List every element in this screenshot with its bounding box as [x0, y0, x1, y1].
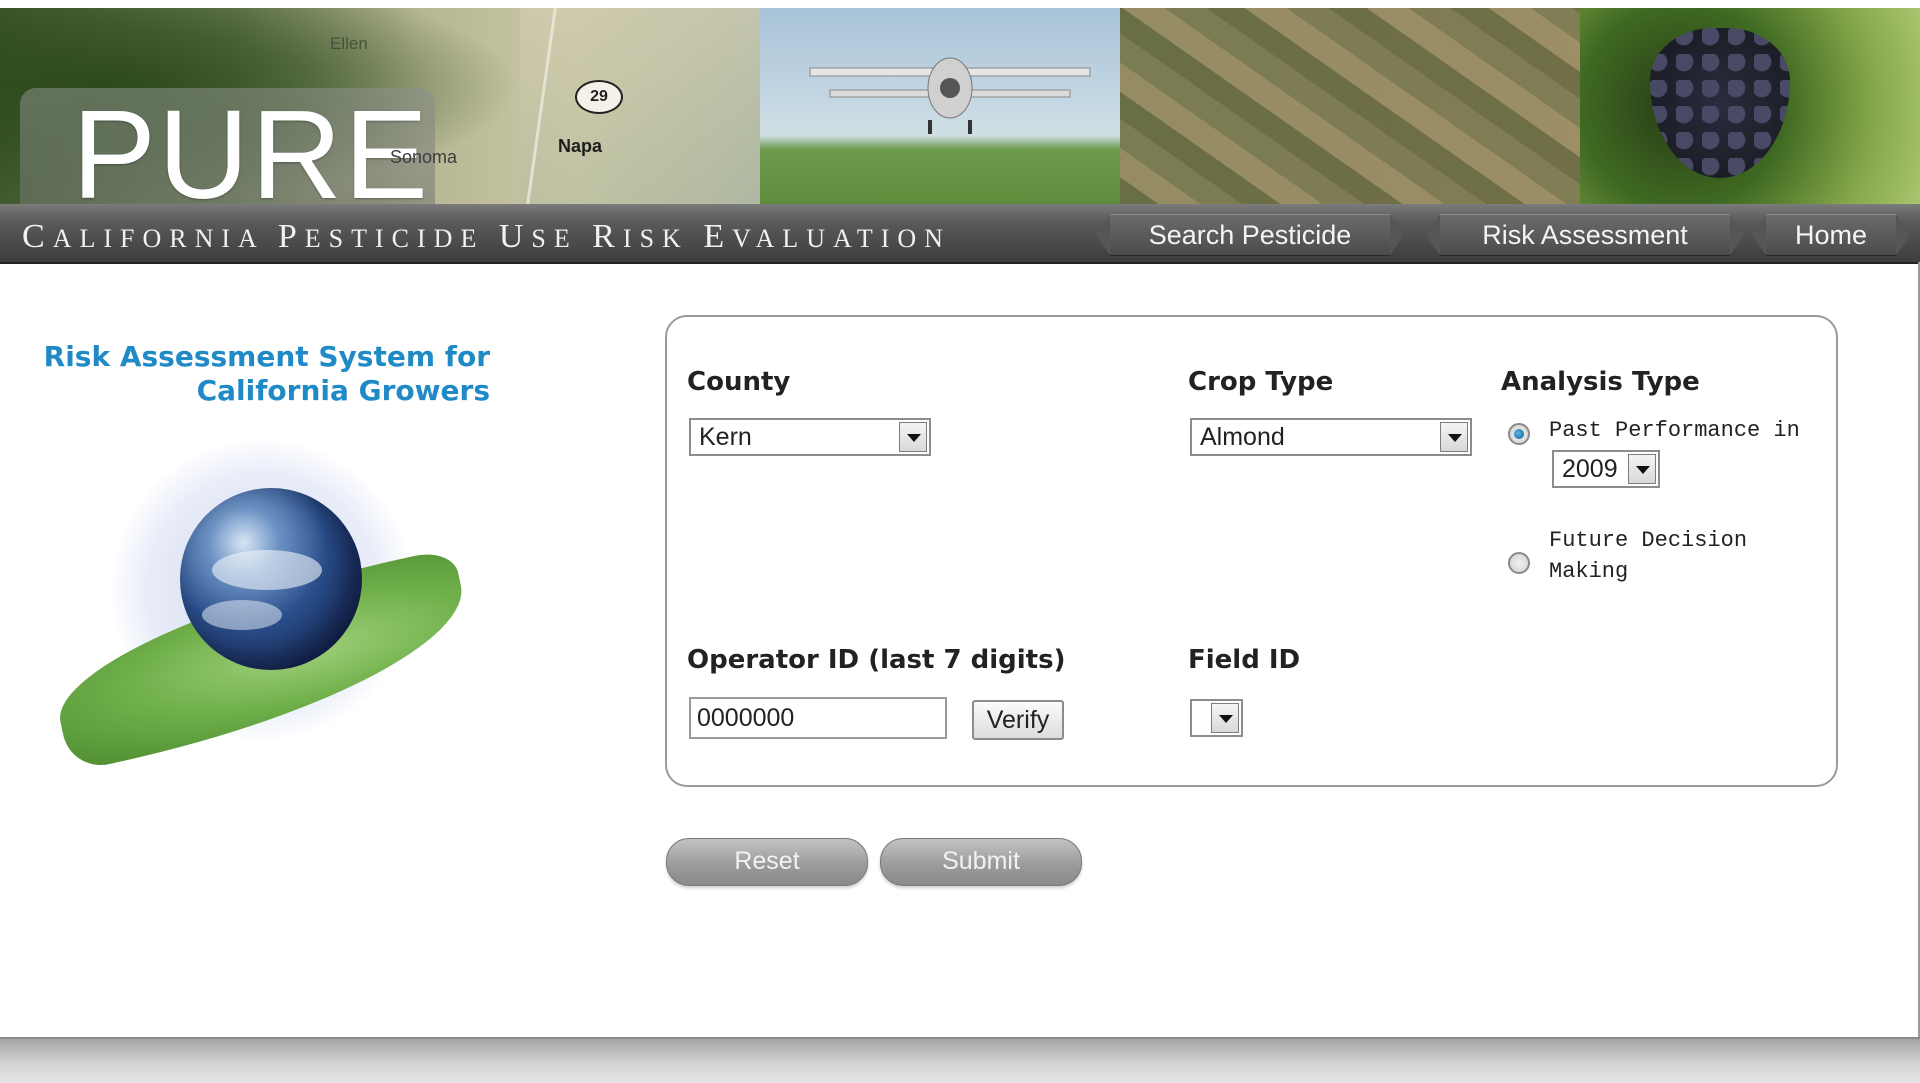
tagline-word: EVALUATION	[703, 218, 951, 255]
year-select-value: 2009	[1562, 455, 1618, 483]
past-performance-radio[interactable]	[1508, 423, 1530, 445]
future-decision-label-line-1: Future Decision	[1549, 528, 1748, 553]
chevron-down-icon[interactable]	[1440, 422, 1468, 452]
tagline-word: RISK	[592, 218, 689, 255]
pure-logo: PURE	[72, 84, 431, 205]
tagline-word: PESTICIDE	[277, 218, 485, 255]
banner-fields-image	[1120, 8, 1600, 204]
nav-search-pesticide-button[interactable]: Search Pesticide	[1096, 214, 1404, 256]
county-select[interactable]: Kern	[689, 418, 931, 456]
map-label-ellen: Ellen	[330, 34, 368, 53]
operator-id-label: Operator ID (last 7 digits)	[687, 645, 1066, 675]
year-select[interactable]: 2009	[1552, 450, 1660, 488]
submit-button[interactable]: Submit	[880, 838, 1082, 886]
route-marker: 29	[575, 80, 623, 114]
site-tagline: CALIFORNIA PESTICIDE USE RISK EVALUATION	[22, 218, 951, 256]
tagline-word: USE	[498, 218, 578, 255]
field-id-select[interactable]	[1190, 699, 1243, 737]
county-select-value: Kern	[699, 423, 752, 451]
earth-cloud	[202, 600, 282, 630]
crop-type-select[interactable]: Almond	[1190, 418, 1472, 456]
verify-button[interactable]: Verify	[972, 700, 1064, 740]
future-decision-label: Future Decision Making	[1549, 525, 1747, 587]
nav-bar: CALIFORNIA PESTICIDE USE RISK EVALUATION…	[0, 204, 1920, 264]
field-id-label: Field ID	[1188, 645, 1301, 675]
county-label: County	[687, 367, 791, 397]
subtitle-line-2: California Growers	[196, 374, 490, 407]
crop-type-label: Crop Type	[1188, 367, 1334, 397]
operator-id-input[interactable]: 0000000	[689, 697, 947, 739]
map-label-sonoma: Sonoma	[390, 147, 458, 167]
chevron-down-icon[interactable]	[1211, 703, 1239, 733]
tagline-word: CALIFORNIA	[22, 218, 264, 255]
risk-assessment-form: County Kern Crop Type Almond Analysis Ty…	[665, 315, 1838, 787]
crop-type-select-value: Almond	[1200, 423, 1285, 451]
footer-bar	[0, 1037, 1920, 1083]
cropduster-plane-icon	[809, 57, 1091, 134]
earth-cloud	[212, 550, 322, 590]
earth-leaf-illustration	[42, 440, 482, 790]
past-performance-label: Past Performance in	[1549, 418, 1800, 443]
nav-risk-assessment-button[interactable]: Risk Assessment	[1426, 214, 1744, 256]
analysis-type-label: Analysis Type	[1501, 367, 1700, 397]
future-decision-radio[interactable]	[1508, 552, 1530, 574]
system-subtitle: Risk Assessment System for California Gr…	[40, 340, 490, 408]
header-banner: 29 Napa Ellen PURE Sonoma	[0, 8, 1920, 204]
subtitle-line-1: Risk Assessment System for	[43, 340, 490, 373]
chevron-down-icon[interactable]	[899, 422, 927, 452]
future-decision-label-line-2: Making	[1549, 559, 1629, 584]
chevron-down-icon[interactable]	[1628, 454, 1656, 484]
reset-button[interactable]: Reset	[666, 838, 868, 886]
map-label-napa: Napa	[558, 136, 603, 156]
nav-home-button[interactable]: Home	[1752, 214, 1910, 256]
